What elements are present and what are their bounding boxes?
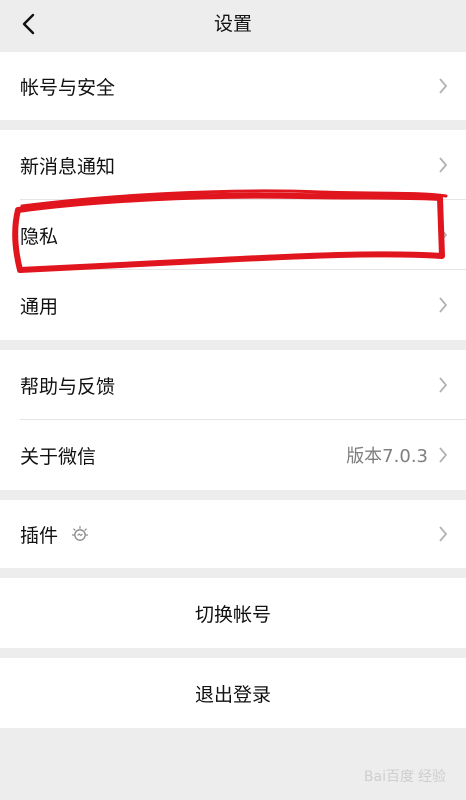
chevron-right-icon (439, 447, 448, 463)
lightbulb-icon (71, 525, 89, 541)
chevron-right-icon (439, 297, 448, 313)
page-title: 设置 (213, 13, 252, 35)
settings-item-new-message-notification[interactable]: 新消息通知 (0, 130, 466, 200)
settings-item-label: 通用 (20, 295, 59, 318)
logout-button[interactable]: 退出登录 (0, 658, 466, 728)
settings-item-account-security[interactable]: 帐号与安全 (0, 52, 466, 120)
settings-item-label: 新消息通知 (20, 155, 116, 178)
logout-label: 退出登录 (194, 683, 271, 706)
settings-item-label: 关于微信 (20, 445, 97, 468)
chevron-right-icon (439, 78, 448, 94)
chevron-right-icon (439, 157, 448, 173)
baidu-logo: Bai百度 (363, 769, 414, 785)
watermark: Bai百度 经验 (364, 766, 446, 786)
settings-item-help-feedback[interactable]: 帮助与反馈 (0, 350, 466, 420)
settings-item-general[interactable]: 通用 (0, 270, 466, 340)
switch-account-label: 切换帐号 (194, 603, 271, 626)
switch-account-button[interactable]: 切换帐号 (0, 578, 466, 648)
nav-bar: 设置 (0, 0, 466, 48)
version-value: 版本7.0.3 (346, 446, 428, 467)
settings-item-plugins[interactable]: 插件 (0, 500, 466, 568)
settings-item-label-wrap: 插件 (20, 500, 90, 568)
chevron-right-icon (439, 526, 448, 542)
watermark-text: 经验 (418, 769, 446, 785)
settings-item-label: 帮助与反馈 (20, 375, 116, 398)
settings-item-privacy[interactable]: 隐私 (0, 200, 466, 270)
settings-item-label: 帐号与安全 (20, 76, 116, 99)
chevron-right-icon (439, 377, 448, 393)
settings-item-label: 插件 (20, 524, 59, 547)
settings-item-label: 隐私 (20, 225, 59, 248)
settings-item-about-wechat[interactable]: 关于微信 版本7.0.3 (0, 420, 466, 490)
chevron-right-icon (439, 227, 448, 243)
